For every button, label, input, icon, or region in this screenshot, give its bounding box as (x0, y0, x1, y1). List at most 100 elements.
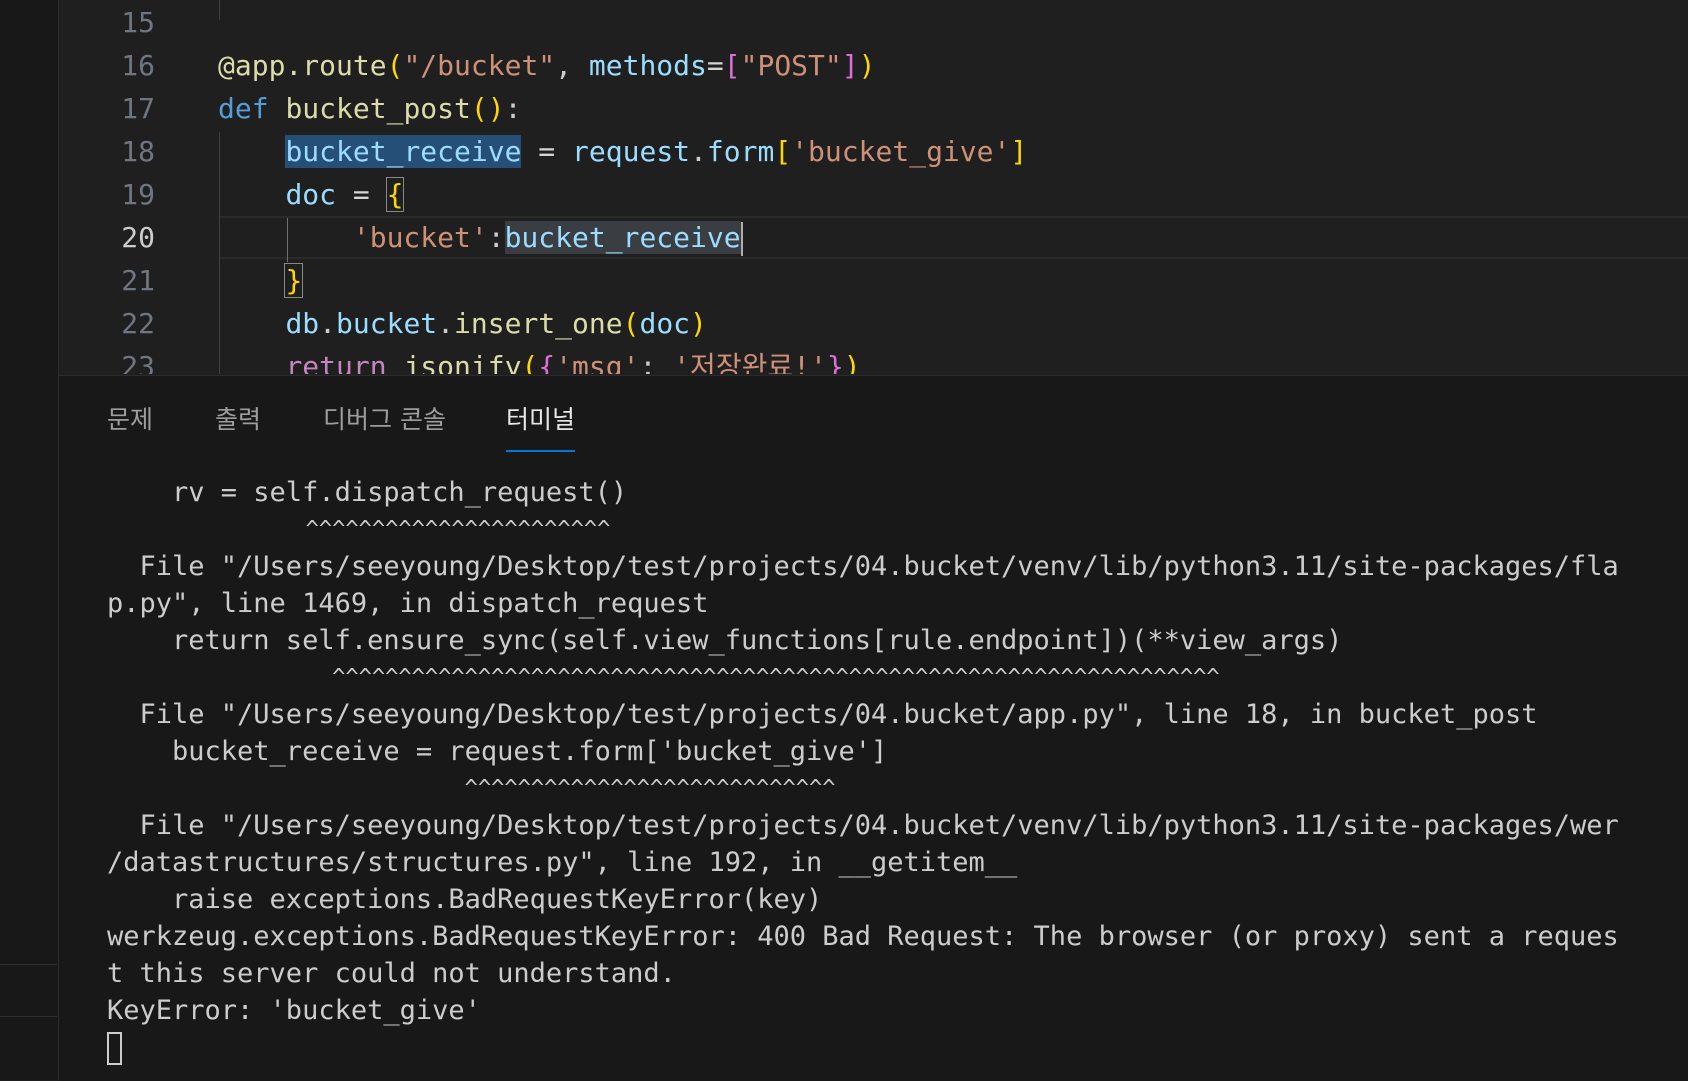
code-line[interactable]: 17 def bucket_post(): (59, 87, 1688, 130)
terminal-output[interactable]: rv = self.dispatch_request() ^^^^^^^^^^^… (107, 474, 1688, 1066)
code-token: = (706, 49, 724, 82)
terminal-caret-marker: ^^^^^^^^^^^^^^^^^^^^^^^ (107, 517, 611, 542)
line-number: 22 (121, 307, 155, 340)
code-token: . (437, 307, 455, 340)
code-token: ) (690, 307, 707, 340)
code-token: [ (774, 135, 792, 168)
code-token: "POST" (740, 49, 842, 82)
code-token: = (336, 178, 387, 211)
text-cursor (740, 222, 743, 256)
code-token: bucket (336, 307, 438, 340)
code-text: bucket_receive = request.form['bucket_gi… (218, 130, 1027, 173)
code-line[interactable]: 23 return jsonify({'msg': '저장완료!'}) (59, 345, 1688, 374)
code-token: insert_one (454, 307, 623, 340)
terminal-line: File "/Users/seeyoung/Desktop/test/proje… (107, 699, 1538, 730)
code-token: def (218, 92, 286, 125)
code-line[interactable]: 21 } (59, 259, 1688, 302)
code-text: 'bucket':bucket_receive (218, 216, 743, 259)
code-token: bucket_post (285, 92, 471, 125)
terminal-caret-marker: ^^^^^^^^^^^^^^^^^^^^^^^^^^^^ (107, 776, 836, 801)
code-token: ( (521, 350, 539, 374)
indent-guide-active (287, 218, 288, 262)
code-token: ( (622, 307, 640, 340)
code-line[interactable]: 18 bucket_receive = request.form['bucket… (59, 130, 1688, 173)
code-token: request (572, 135, 691, 168)
code-token: return (285, 350, 404, 374)
code-token: bucket_receive (504, 221, 741, 254)
code-token: . (690, 135, 707, 168)
code-token: form (706, 135, 775, 168)
code-token: () (470, 92, 505, 125)
terminal-line: File "/Users/seeyoung/Desktop/test/proje… (107, 551, 1619, 582)
code-token: = (521, 135, 573, 168)
code-token: 'msg' (555, 350, 640, 374)
code-token: ) (843, 350, 861, 374)
terminal-line: p.py", line 1469, in dispatch_request (107, 588, 709, 619)
code-token: "/bucket" (403, 49, 556, 82)
code-text: @app.route("/bucket", methods=["POST"]) (218, 44, 875, 87)
code-token: } (284, 263, 304, 298)
indent-guide (219, 132, 220, 374)
code-token: ] (1010, 135, 1028, 168)
code-token: 'bucket_give' (791, 135, 1011, 168)
tab-debug-console[interactable]: 디버그 콘솔 (323, 400, 446, 450)
code-token: } (826, 350, 844, 374)
terminal-cursor (107, 1032, 122, 1065)
terminal-line: return self.ensure_sync(self.view_functi… (107, 625, 1343, 656)
terminal-line: t this server could not understand. (107, 958, 676, 989)
line-number: 18 (121, 135, 155, 168)
code-token: ) (858, 49, 876, 82)
line-number: 19 (121, 178, 155, 211)
terminal-line: KeyError: 'bucket_give' (107, 995, 481, 1026)
code-token: [ (723, 49, 741, 82)
terminal-line: File "/Users/seeyoung/Desktop/test/proje… (107, 810, 1619, 841)
terminal-line: werkzeug.exceptions.BadRequestKeyError: … (107, 921, 1619, 952)
tab-output[interactable]: 출력 (215, 400, 261, 450)
sidebar-divider (0, 964, 57, 965)
code-text: def bucket_post(): (218, 87, 521, 130)
code-text: return jsonify({'msg': '저장완료!'}) (218, 345, 861, 374)
code-line[interactable]: 20 'bucket':bucket_receive (59, 216, 1688, 259)
code-line[interactable]: 19 doc = { (59, 173, 1688, 216)
line-number: 16 (121, 49, 155, 82)
tab-terminal[interactable]: 터미널 (506, 400, 576, 452)
terminal-caret-marker: ^^^^^^^^^^^^^^^^^^^^^^^^^^^^^^^^^^^^^^^^… (107, 665, 1220, 690)
terminal-line: bucket_receive = request.form['bucket_gi… (107, 736, 888, 767)
tab-problems[interactable]: 문제 (107, 400, 153, 450)
code-editor[interactable]: 15 16 @app.route("/bucket", methods=["POST… (59, 0, 1688, 374)
activity-bar (0, 0, 59, 1080)
code-token: . (319, 307, 337, 340)
code-token: methods (588, 49, 707, 82)
code-token: '저장완료!' (673, 350, 827, 374)
code-token: : (639, 350, 674, 374)
code-line[interactable]: 22 db.bucket.insert_one(doc) (59, 302, 1688, 345)
code-line[interactable]: 16 @app.route("/bucket", methods=["POST"]… (59, 44, 1688, 87)
code-token: doc (285, 178, 337, 211)
terminal-line: /datastructures/structures.py", line 192… (107, 847, 1018, 878)
code-token: doc (639, 307, 691, 340)
code-token: , (555, 49, 589, 82)
code-token: bucket_receive (285, 135, 522, 168)
line-number: 15 (121, 6, 155, 39)
code-token: { (538, 350, 556, 374)
terminal-line: rv = self.dispatch_request() (107, 477, 628, 508)
terminal-prompt[interactable] (107, 1029, 1688, 1066)
code-text: doc = { (218, 173, 405, 216)
code-token: ] (841, 49, 859, 82)
code-text: } (218, 259, 304, 302)
bottom-panel: 문제 출력 디버그 콘솔 터미널 rv = self.dispatch_requ… (59, 375, 1688, 1081)
code-token: { (385, 177, 405, 212)
line-number: 20 (121, 221, 155, 254)
code-line[interactable]: 15 (59, 1, 1688, 44)
code-text: db.bucket.insert_one(doc) (218, 302, 707, 345)
line-number: 21 (121, 264, 155, 297)
code-token: jsonify (403, 350, 522, 374)
code-token: ( (386, 49, 404, 82)
indent-guide (219, 0, 220, 20)
